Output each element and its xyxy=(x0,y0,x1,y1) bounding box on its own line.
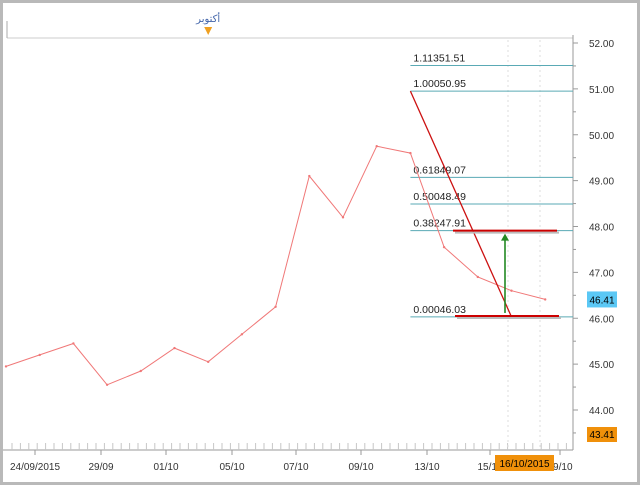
price-point xyxy=(476,275,479,279)
target-arrow-head xyxy=(501,233,509,241)
x-tick-label: 29/09 xyxy=(88,462,113,473)
y-tick-label: 46.00 xyxy=(589,314,614,325)
y-tick-label: 50.00 xyxy=(589,131,614,142)
y-tick-label: 48.00 xyxy=(589,223,614,234)
price-point xyxy=(308,174,311,178)
price-point xyxy=(274,305,277,308)
price-point xyxy=(240,333,244,336)
y-tick-label: 45.00 xyxy=(589,360,614,371)
price-series-line xyxy=(5,145,546,386)
price-point xyxy=(442,245,446,249)
y-tick-label: 44.00 xyxy=(589,406,614,417)
y-tick-label: 47.00 xyxy=(589,268,614,279)
cursor-date-label: 16/10/2015 xyxy=(499,459,549,470)
x-tick-label: 07/10 xyxy=(283,462,308,473)
fib-level-label: 0.00046.03 xyxy=(413,304,466,316)
x-tick-label: 24/09/2015 xyxy=(10,462,60,473)
price-point xyxy=(38,353,41,357)
event-marker-label: أكتوبر xyxy=(195,12,220,25)
fib-level-label: 1.11351.51 xyxy=(413,52,465,64)
x-tick-label: 05/10 xyxy=(219,462,244,473)
fib-level-label: 0.61849.07 xyxy=(413,164,466,176)
price-point xyxy=(72,342,75,345)
fib-level-label: 1.00050.95 xyxy=(413,78,466,90)
low-price-label: 43.41 xyxy=(589,430,614,441)
price-point xyxy=(341,216,345,219)
price-chart[interactable]: 52.00 51.00 50.00 49.00 48.00 47.00 46.00 45.00… xyxy=(0,0,640,485)
x-tick-label: 01/10 xyxy=(153,462,178,473)
y-tick-label: 49.00 xyxy=(589,177,614,188)
price-point xyxy=(105,383,109,386)
price-point xyxy=(544,298,547,301)
current-price-label: 46.41 xyxy=(589,295,614,306)
x-tick-label: 13/10 xyxy=(414,462,439,473)
x-tick-label: 09/10 xyxy=(348,462,373,473)
price-point xyxy=(4,365,8,368)
price-point xyxy=(375,145,378,148)
y-tick-label: 52.00 xyxy=(589,39,614,50)
price-point xyxy=(409,151,412,155)
fib-level-label: 0.38247.91 xyxy=(413,218,466,230)
price-point xyxy=(207,360,210,364)
price-point xyxy=(139,369,142,373)
price-point xyxy=(173,346,176,350)
price-point xyxy=(510,289,513,292)
top-band xyxy=(3,3,573,38)
y-tick-label: 51.00 xyxy=(589,85,614,96)
